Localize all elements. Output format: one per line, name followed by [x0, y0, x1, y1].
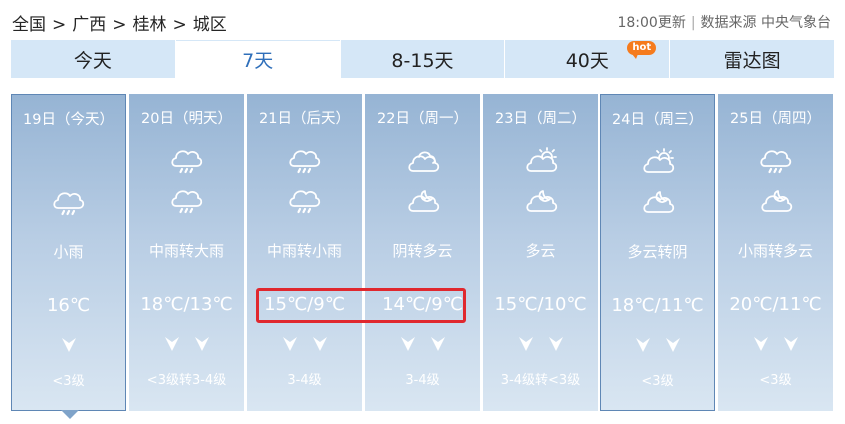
wind-level: 3-4级转<3级 — [500, 373, 581, 388]
partly-cloudy-icon — [640, 146, 676, 176]
breadcrumb-separator: > — [52, 15, 67, 35]
forecast-day-4[interactable]: 22日（周一） 阴转多云 14℃/9℃ 3-4级 — [365, 94, 480, 411]
breadcrumb-separator: > — [112, 15, 127, 35]
breadcrumb-item-district: 城区 — [192, 15, 227, 35]
weather-description: 多云转阴 — [627, 243, 688, 261]
breadcrumb-separator: > — [172, 15, 187, 35]
temperature: 15℃/10℃ — [494, 294, 587, 315]
breadcrumb-item-country[interactable]: 全国 — [12, 10, 46, 35]
wind-direction — [129, 335, 244, 357]
tab-radar[interactable]: 雷达图 — [670, 40, 834, 78]
top-bar: 全国 > 广西 > 桂林 > 城区 18:00更新 | 数据来源 中央气象台 — [0, 0, 845, 40]
temperature: 16℃ — [46, 295, 91, 316]
rain-icon — [51, 187, 87, 217]
day-date: 24日（周三） — [612, 112, 703, 128]
forecast-day-2[interactable]: 20日（明天） 中雨转大雨 18℃/13℃ <3级转3-4级 — [129, 94, 244, 411]
seven-day-forecast: 19日（今天） 小雨 16℃ <3级 20日（明天） 中雨转大雨 18℃/13℃ <3级转3-… — [11, 94, 834, 411]
wind-direction-arrow-icon — [746, 337, 776, 357]
wind-direction-arrow-icon — [776, 337, 806, 357]
temperature: 18℃/11℃ — [611, 295, 704, 316]
wind-direction-arrow-icon — [423, 337, 453, 357]
wind-direction-arrow-icon — [511, 337, 541, 357]
rain-icon — [287, 145, 323, 175]
wind-direction-arrow-icon — [541, 337, 571, 357]
wind-direction-arrow-icon — [157, 337, 187, 357]
wind-level: 3-4级 — [405, 373, 440, 388]
rain-icon — [758, 145, 794, 175]
forecast-day-6[interactable]: 24日（周三） 多云转阴 18℃/11℃ <3级 — [600, 94, 715, 411]
day-date: 20日（明天） — [141, 111, 232, 127]
overcast-icon — [405, 145, 441, 175]
wind-direction-arrow-icon — [393, 337, 423, 357]
forecast-day-1[interactable]: 19日（今天） 小雨 16℃ <3级 — [11, 94, 126, 411]
tab-today-label: 今天 — [73, 49, 112, 72]
wind-level: <3级 — [759, 373, 792, 388]
wind-level: <3级转3-4级 — [146, 373, 227, 388]
day-date: 25日（周四） — [730, 111, 821, 127]
hot-badge: hot — [627, 41, 657, 59]
wind-direction — [365, 335, 480, 357]
wind-direction — [601, 336, 714, 358]
breadcrumb-item-province[interactable]: 广西 — [72, 10, 106, 35]
cloudy-night-icon — [523, 185, 559, 215]
tab-radar-label: 雷达图 — [723, 49, 781, 72]
forecast-day-3[interactable]: 21日（后天） 中雨转小雨 15℃/9℃ 3-4级 — [247, 94, 362, 411]
source-divider: | — [690, 15, 696, 31]
weather-description: 阴转多云 — [392, 242, 453, 260]
wind-direction-arrow-icon — [658, 338, 688, 358]
weather-description: 小雨 — [53, 243, 84, 261]
day-date: 19日（今天） — [23, 112, 114, 128]
source-label: 数据来源 中央气象台 — [700, 15, 831, 31]
tab-7-days-label: 7天 — [242, 50, 274, 72]
data-source: 18:00更新 | 数据来源 中央气象台 — [617, 12, 831, 32]
cloudy-night-icon — [758, 185, 794, 215]
cloudy-night-icon — [640, 186, 676, 216]
forecast-day-5[interactable]: 23日（周二） 多云 15℃/10℃ 3-4级转<3级 — [483, 94, 598, 411]
tab-40-days[interactable]: 40天 hot — [505, 40, 670, 78]
cloudy-night-icon — [405, 185, 441, 215]
wind-direction — [12, 336, 125, 358]
day-date: 23日（周二） — [495, 111, 586, 127]
rain-icon — [169, 145, 205, 175]
temperature: 18℃/13℃ — [140, 294, 233, 315]
breadcrumb: 全国 > 广西 > 桂林 > 城区 — [12, 10, 227, 35]
tab-8-15-days-label: 8-15天 — [391, 49, 454, 72]
wind-level: <3级 — [52, 374, 85, 389]
wind-level: 3-4级 — [287, 373, 322, 388]
wind-direction-arrow-icon — [305, 337, 335, 357]
weather-description: 中雨转小雨 — [266, 242, 342, 260]
wind-direction-arrow-icon — [275, 337, 305, 357]
day-date: 21日（后天） — [259, 111, 350, 127]
forecast-tabs: 今天 7天 8-15天 40天 hot 雷达图 — [11, 40, 834, 78]
weather-description: 中雨转大雨 — [148, 242, 224, 260]
update-time: 18:00更新 — [617, 15, 686, 31]
wind-direction-arrow-icon — [628, 338, 658, 358]
wind-direction — [718, 335, 833, 357]
tab-40-days-label: 40天 — [565, 49, 609, 72]
annotation-highlight-box — [256, 288, 466, 323]
tab-today[interactable]: 今天 — [11, 40, 175, 78]
rain-icon — [287, 185, 323, 215]
selected-day-pointer — [61, 410, 79, 419]
tab-7-days[interactable]: 7天 — [175, 40, 340, 78]
weather-description: 多云 — [525, 242, 556, 260]
temperature: 20℃/11℃ — [729, 294, 822, 315]
rain-icon — [169, 185, 205, 215]
wind-direction-arrow-icon — [187, 337, 217, 357]
tab-8-15-days[interactable]: 8-15天 — [340, 40, 505, 78]
wind-direction-arrow-icon — [54, 338, 84, 358]
wind-direction — [483, 335, 598, 357]
day-date: 22日（周一） — [377, 111, 468, 127]
weather-description: 小雨转多云 — [737, 242, 813, 260]
wind-level: <3级 — [641, 374, 674, 389]
forecast-day-7[interactable]: 25日（周四） 小雨转多云 20℃/11℃ <3级 — [718, 94, 833, 411]
wind-direction — [247, 335, 362, 357]
partly-cloudy-icon — [523, 145, 559, 175]
breadcrumb-item-city[interactable]: 桂林 — [133, 10, 167, 35]
